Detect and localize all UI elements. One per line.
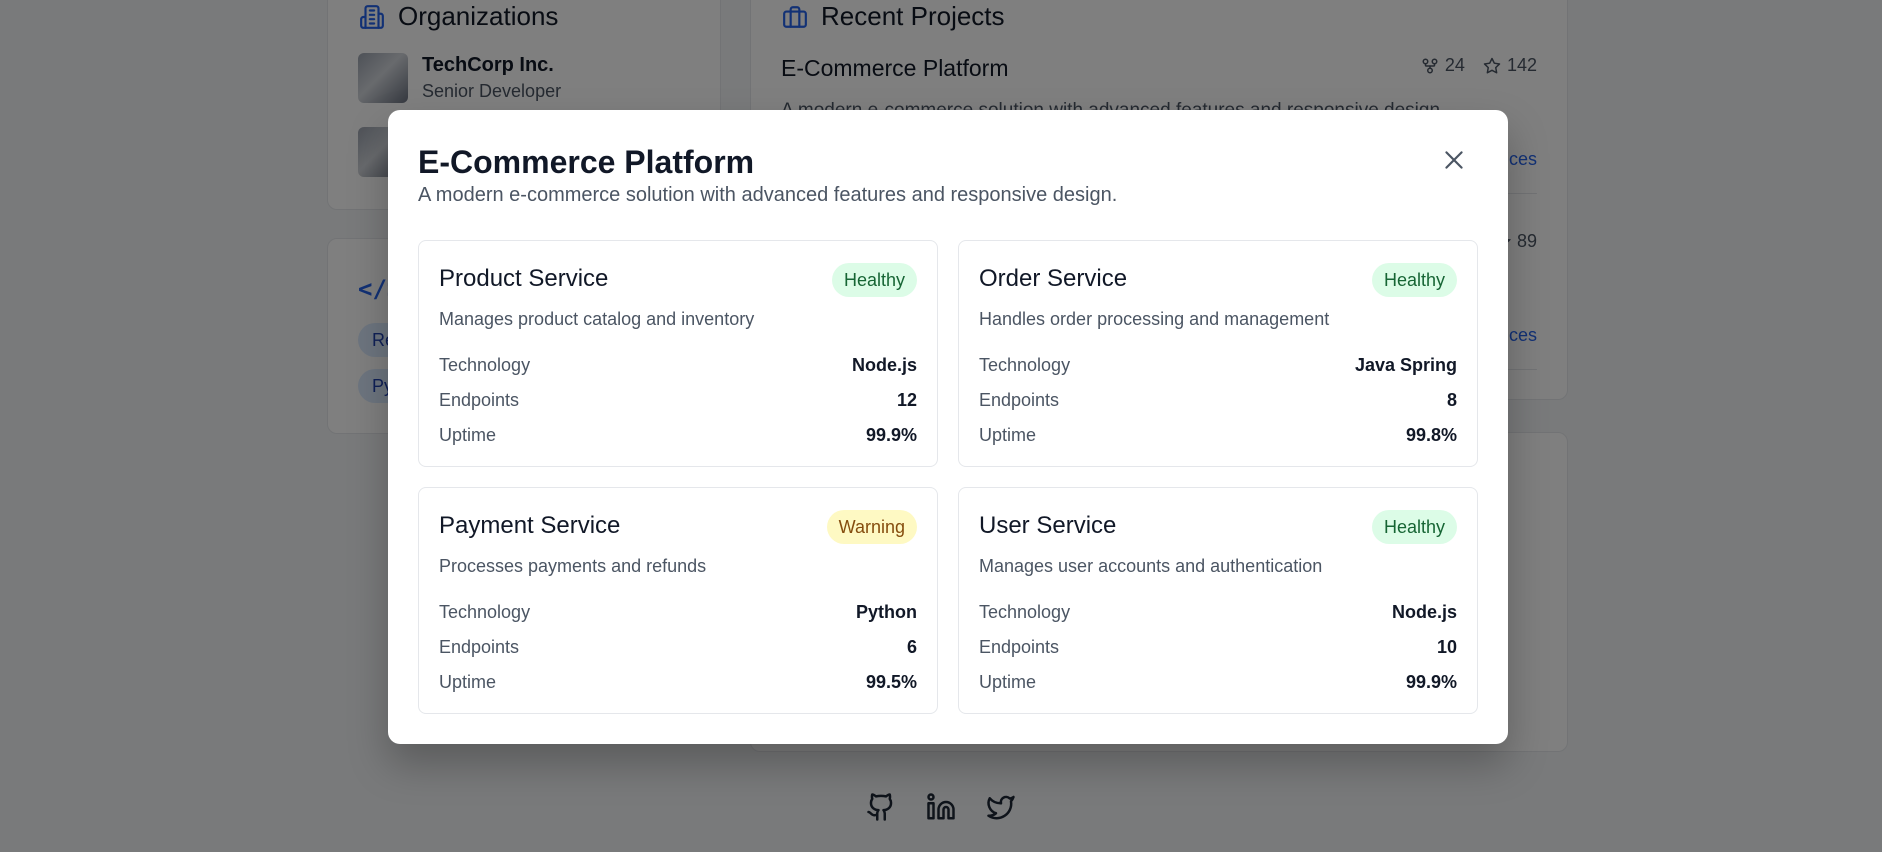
service-name: Order Service [979, 265, 1128, 292]
technology-row: Technology Python [439, 602, 917, 622]
endpoints-row: Endpoints 12 [439, 390, 917, 410]
service-description: Manages product catalog and inventory [439, 309, 755, 329]
uptime-value: 99.9% [865, 425, 917, 445]
service-description: Handles order processing and management [979, 309, 1330, 329]
service-name: Payment Service [439, 512, 621, 539]
endpoints-row: Endpoints 8 [979, 390, 1457, 410]
endpoints-value: 10 [1436, 637, 1457, 657]
service-description: Manages user accounts and authentication [979, 556, 1323, 576]
project-details-modal: E-Commerce Platform A modern e-commerce … [388, 110, 1508, 744]
uptime-row: Uptime 99.9% [439, 425, 917, 445]
status-badge: Healthy [1371, 510, 1457, 544]
uptime-row: Uptime 99.8% [979, 425, 1457, 445]
technology-value: Node.js [851, 355, 917, 375]
uptime-row: Uptime 99.5% [439, 672, 917, 692]
technology-row: Technology Java Spring [979, 355, 1457, 375]
uptime-value: 99.5% [865, 672, 917, 692]
service-description: Processes payments and refunds [439, 556, 707, 576]
technology-row: Technology Node.js [439, 355, 917, 375]
endpoints-row: Endpoints 10 [979, 637, 1457, 657]
service-card: Payment Service Warning Processes paymen… [418, 487, 938, 714]
services-grid: Product Service Healthy Manages product … [418, 240, 1478, 714]
service-card: User Service Healthy Manages user accoun… [958, 487, 1478, 714]
service-card: Order Service Healthy Handles order proc… [958, 240, 1478, 467]
close-button[interactable] [1438, 144, 1470, 176]
service-name: Product Service [439, 265, 609, 292]
service-name: User Service [979, 512, 1117, 539]
uptime-value: 99.9% [1405, 672, 1457, 692]
technology-value: Node.js [1391, 602, 1457, 622]
status-badge: Healthy [1371, 263, 1457, 297]
status-badge: Warning [826, 510, 917, 544]
endpoints-value: 8 [1446, 390, 1457, 410]
status-badge: Healthy [831, 263, 917, 297]
endpoints-value: 12 [896, 390, 917, 410]
technology-value: Python [856, 602, 917, 622]
endpoints-row: Endpoints 6 [439, 637, 917, 657]
modal-subtitle: A modern e-commerce solution with advanc… [418, 184, 1118, 206]
uptime-row: Uptime 99.9% [979, 672, 1457, 692]
endpoints-value: 6 [906, 637, 917, 657]
uptime-value: 99.8% [1405, 425, 1457, 445]
modal-title: E-Commerce Platform [418, 144, 755, 180]
technology-row: Technology Node.js [979, 602, 1457, 622]
close-icon [1445, 151, 1463, 169]
technology-value: Java Spring [1354, 355, 1457, 375]
service-card: Product Service Healthy Manages product … [418, 240, 938, 467]
